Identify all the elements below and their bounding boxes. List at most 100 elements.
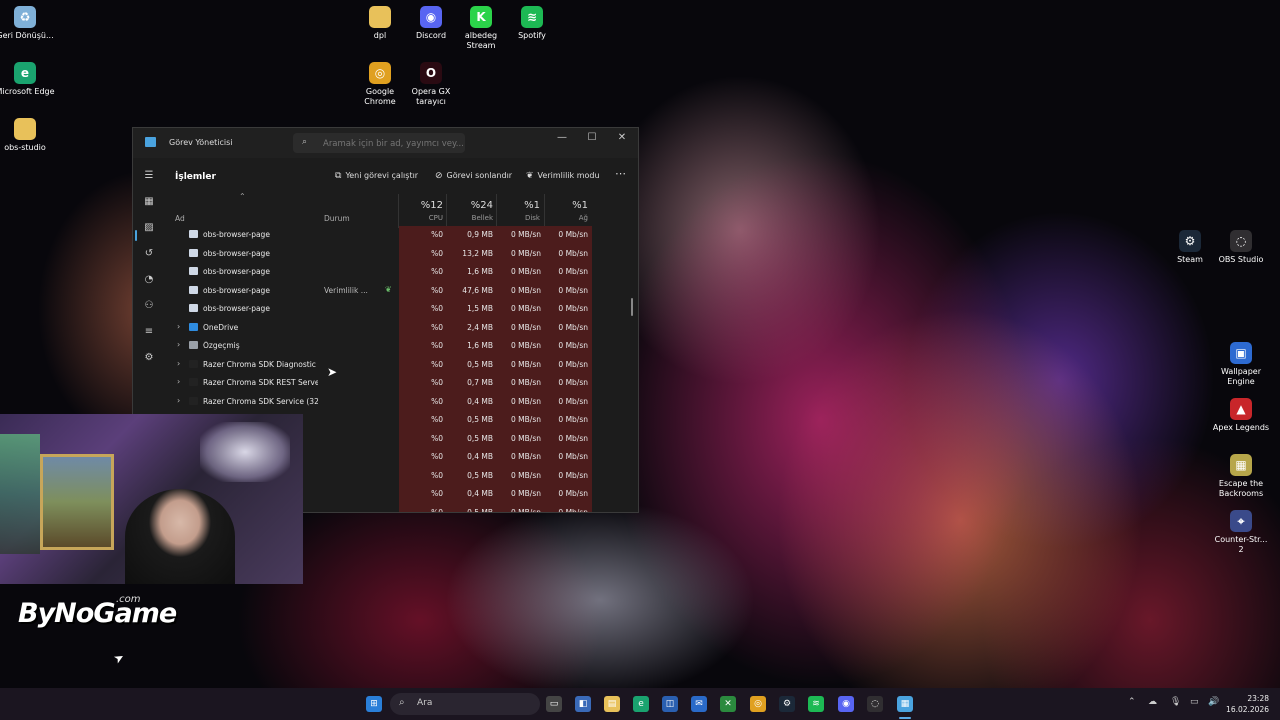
microphone-icon[interactable]: 🎙	[1170, 697, 1181, 707]
search-box[interactable]: ⌕	[293, 133, 465, 153]
spotify-icon[interactable]: ≋	[808, 696, 824, 712]
app-history-icon[interactable]: ↺	[140, 246, 158, 262]
process-row[interactable]: obs-browser-page %0 1,6 MB 0 MB/sn 0 Mb/sn	[165, 263, 638, 281]
users-icon[interactable]: ⚇	[140, 298, 158, 314]
memory-value: 0,4 MB	[467, 489, 493, 498]
leaf-icon: ❦	[526, 171, 534, 181]
outlook-icon[interactable]: ✉	[691, 696, 707, 712]
process-row[interactable]: › Razer Chroma SDK Service (32 ... %0 0,4 M…	[165, 393, 638, 411]
startup-apps-icon[interactable]: ◔	[140, 272, 158, 288]
edge-icon: e	[14, 62, 36, 84]
steam-icon[interactable]: ⚙	[779, 696, 795, 712]
process-row[interactable]: › Razer Chroma SDK REST Serve... %0 0,7 MB 0…	[165, 374, 638, 392]
task-view-icon[interactable]: ▭	[546, 696, 562, 712]
expand-chevron-icon[interactable]: ›	[177, 359, 180, 368]
taskbar-search[interactable]: ⌕ Ara	[390, 693, 540, 715]
desktop-icon[interactable]: ◌ OBS Studio	[1211, 230, 1271, 265]
process-row[interactable]: obs-browser-page %0 13,2 MB 0 MB/sn 0 Mb/sn	[165, 245, 638, 263]
more-options-button[interactable]: ⋯	[615, 167, 626, 180]
obs-icon: ◌	[1230, 230, 1252, 252]
title-bar[interactable]: Görev Yöneticisi ⌕ — ☐ ✕	[133, 128, 638, 158]
column-disk[interactable]: Disk	[500, 214, 540, 222]
volume-icon[interactable]: 🔊	[1208, 697, 1219, 707]
memory-total[interactable]: %24	[450, 200, 493, 211]
performance-icon[interactable]: ▨	[140, 220, 158, 236]
hamburger-menu-icon[interactable]: ☰	[140, 168, 158, 184]
network-value: 0 Mb/sn	[558, 489, 588, 498]
search-input[interactable]	[321, 135, 465, 153]
widgets-icon[interactable]: ◧	[575, 696, 591, 712]
cpu-value: %0	[431, 396, 443, 406]
cpu-value: %0	[431, 341, 443, 350]
end-task-button[interactable]: ⊘ Görevi sonlandır	[435, 171, 512, 181]
disk-value: 0 MB/sn	[511, 322, 541, 332]
onedrive-icon[interactable]: ☁	[1148, 697, 1157, 707]
desktop-icon[interactable]: ≋ Spotify	[502, 6, 562, 41]
obs-icon[interactable]: ◌	[867, 696, 883, 712]
clock[interactable]: 23:28 16.02.2026	[1225, 693, 1269, 715]
disk-total[interactable]: %1	[500, 200, 540, 211]
tray-overflow-icon[interactable]: ⌃	[1128, 697, 1136, 707]
disk-value: 0 MB/sn	[511, 285, 541, 295]
run-new-task-button[interactable]: ⧉ Yeni görevi çalıştır	[335, 171, 418, 181]
start-button-icon[interactable]: ⊞	[366, 696, 382, 712]
desktop-icon[interactable]: e Microsoft Edge	[0, 62, 55, 97]
desktop-icon[interactable]: ▲ Apex Legends	[1211, 398, 1271, 433]
desktop-icon-label: OBS Studio	[1218, 255, 1264, 264]
column-status[interactable]: Durum	[324, 214, 350, 223]
expand-chevron-icon[interactable]: ›	[177, 322, 180, 331]
clock-date: 16.02.2026	[1226, 705, 1269, 714]
process-row[interactable]: obs-browser-page %0 0,9 MB 0 MB/sn 0 Mb/sn	[165, 226, 638, 244]
network-value: 0 Mb/sn	[558, 322, 588, 332]
process-row[interactable]: › OneDrive %0 2,4 MB 0 MB/sn 0 Mb/sn	[165, 319, 638, 337]
backrooms-icon: ▦	[1230, 454, 1252, 476]
clock-time: 23:28	[1247, 694, 1269, 703]
column-name[interactable]: Ad	[175, 214, 185, 223]
scrollbar[interactable]	[631, 298, 633, 316]
maximize-button[interactable]: ☐	[579, 130, 605, 146]
column-divider	[398, 194, 399, 228]
cpu-value: %0	[431, 359, 443, 369]
search-icon: ⌕	[302, 137, 308, 147]
processes-icon[interactable]: ▦	[140, 194, 158, 210]
process-row[interactable]: obs-browser-page %0 1,5 MB 0 MB/sn 0 Mb/sn	[165, 300, 638, 318]
desktop-icon[interactable]: obs-studio	[0, 118, 55, 153]
desktop-icon[interactable]: ♻ Geri Dönüşü...	[0, 6, 55, 41]
desktop-icon[interactable]: O Opera GX tarayıcı	[401, 62, 461, 107]
cpu-total[interactable]: %12	[403, 200, 443, 211]
edge-icon[interactable]: e	[633, 696, 649, 712]
close-button[interactable]: ✕	[609, 130, 635, 146]
network-total[interactable]: %1	[548, 200, 588, 211]
process-icon	[189, 230, 198, 238]
display-icon[interactable]: ▭	[1190, 697, 1199, 707]
xbox-icon[interactable]: ✕	[720, 696, 736, 712]
column-network[interactable]: Ağ	[548, 214, 588, 222]
task-manager-taskbar-icon[interactable]: ▦	[897, 696, 913, 712]
disk-value: 0 MB/sn	[511, 304, 541, 313]
folder-icon	[14, 118, 36, 140]
file-explorer-icon[interactable]: ▤	[604, 696, 620, 712]
expand-chevron-icon[interactable]: ›	[177, 340, 180, 349]
desktop-icon[interactable]: ▦ Escape the Backrooms	[1211, 454, 1271, 499]
chrome-icon[interactable]: ◎	[750, 696, 766, 712]
desktop-icon-label: obs-studio	[4, 143, 46, 152]
store-icon[interactable]: ◫	[662, 696, 678, 712]
desktop-icon-label: Escape the Backrooms	[1218, 479, 1264, 498]
details-icon[interactable]: ≡	[140, 324, 158, 340]
efficiency-mode-button[interactable]: ❦ Verimlilik modu	[526, 171, 600, 181]
memory-value: 0,5 MB	[467, 415, 493, 424]
process-row[interactable]: › Razer Chroma SDK Diagnostic ... %0 0,5 MB…	[165, 356, 638, 374]
expand-chevron-icon[interactable]: ›	[177, 396, 180, 405]
desktop-icon[interactable]: ⌖ Counter-Str... 2	[1211, 510, 1271, 555]
minimize-button[interactable]: —	[549, 130, 575, 146]
services-icon[interactable]: ⚙	[140, 350, 158, 366]
column-cpu[interactable]: CPU	[403, 214, 443, 222]
column-memory[interactable]: Bellek	[450, 214, 493, 222]
sort-arrow-icon[interactable]: ⌃	[239, 192, 246, 201]
process-row[interactable]: › Özgeçmiş %0 1,6 MB 0 MB/sn 0 Mb/sn	[165, 337, 638, 355]
desktop-icon[interactable]: ▣ Wallpaper Engine	[1211, 342, 1271, 387]
expand-chevron-icon[interactable]: ›	[177, 377, 180, 386]
process-row[interactable]: obs-browser-page Verimlilik ... ❦ %0 47,6 MB…	[165, 282, 638, 300]
discord-icon[interactable]: ◉	[838, 696, 854, 712]
desktop-icon-label: Spotify	[518, 31, 546, 40]
